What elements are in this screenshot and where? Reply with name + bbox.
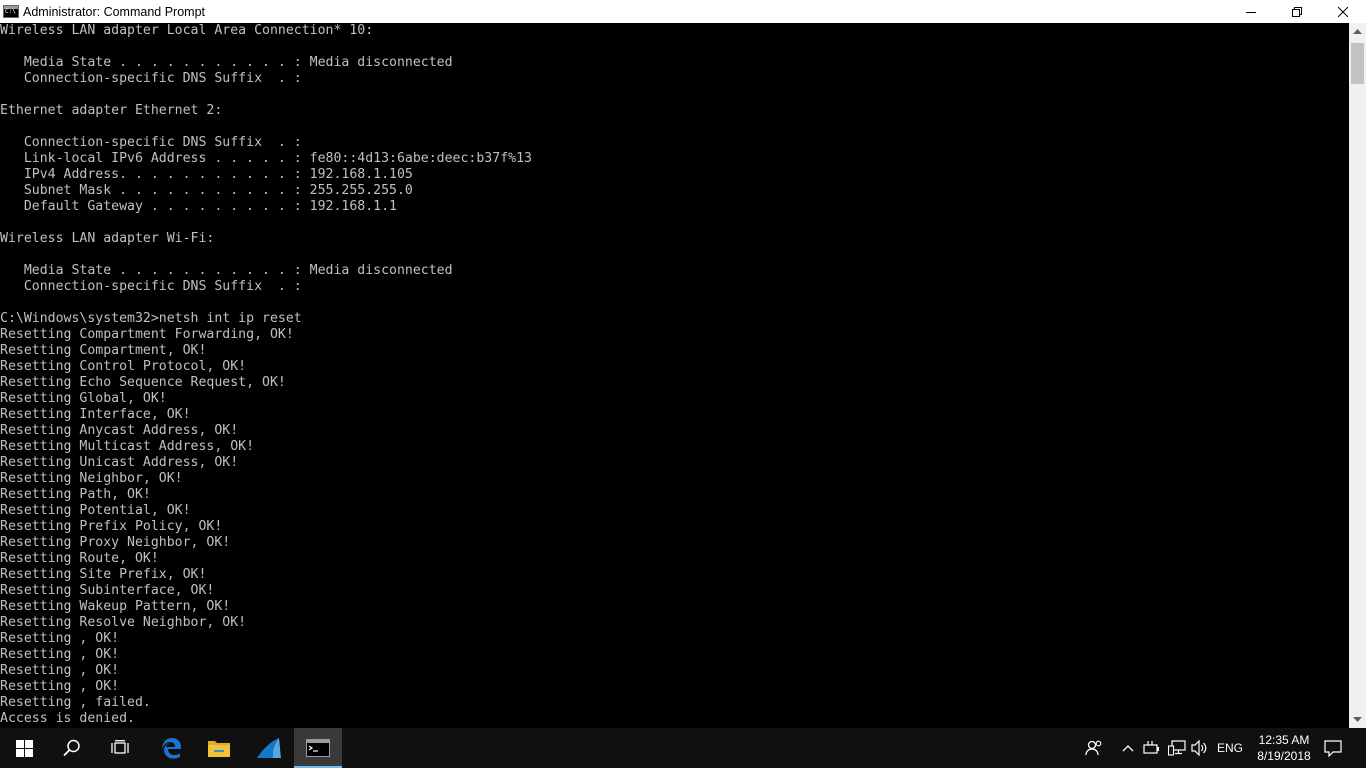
- console-line: Resetting Site Prefix, OK!: [0, 567, 207, 582]
- console-line: Resetting Compartment Forwarding, OK!: [0, 327, 294, 342]
- network-icon: [1168, 740, 1186, 756]
- console-line: Resetting Prefix Policy, OK!: [0, 519, 223, 534]
- console-line: Connection-specific DNS Suffix . :: [0, 135, 302, 150]
- people-button[interactable]: [1080, 728, 1108, 768]
- console-line: Resetting Unicast Address, OK!: [0, 455, 239, 470]
- start-button[interactable]: [0, 728, 48, 768]
- console-lines: Wireless LAN adapter Local Area Connecti…: [0, 23, 1349, 727]
- console-line: Media State . . . . . . . . . . . : Medi…: [0, 263, 453, 278]
- console-line: Resetting Global, OK!: [0, 391, 167, 406]
- console-line: Connection-specific DNS Suffix . :: [0, 71, 302, 86]
- scroll-up-button[interactable]: [1349, 23, 1366, 40]
- clock[interactable]: 12:35 AM 8/19/2018: [1250, 728, 1318, 768]
- console-line: C:\Windows\system32>netsh int ip reset: [0, 311, 302, 326]
- task-view-button[interactable]: [96, 728, 144, 768]
- console-line: Resetting , OK!: [0, 663, 120, 678]
- scroll-down-button[interactable]: [1349, 711, 1366, 728]
- wireshark-icon: [257, 738, 281, 758]
- search-icon: [63, 739, 80, 757]
- close-button[interactable]: [1320, 0, 1366, 23]
- console-line: Resetting Multicast Address, OK!: [0, 439, 255, 454]
- speaker-icon: [1191, 740, 1207, 756]
- restore-icon: [1292, 6, 1302, 17]
- console-line: Connection-specific DNS Suffix . :: [0, 279, 302, 294]
- console-line: Resetting , OK!: [0, 679, 120, 694]
- console-line: Subnet Mask . . . . . . . . . . . : 255.…: [0, 183, 413, 198]
- title-bar[interactable]: Administrator: Command Prompt: [0, 0, 1366, 23]
- console-line: Resetting Route, OK!: [0, 551, 159, 566]
- battery-plug-icon: [1143, 741, 1159, 754]
- taskbar-edge[interactable]: [147, 728, 195, 768]
- taskbar-file-explorer[interactable]: [195, 728, 243, 768]
- taskbar: ENG 12:35 AM 8/19/2018: [0, 728, 1366, 768]
- window-controls: [1228, 0, 1366, 23]
- clock-date: 8/19/2018: [1257, 749, 1311, 763]
- console-line: Resetting , OK!: [0, 631, 120, 646]
- console-line: Link-local IPv6 Address . . . . . : fe80…: [0, 151, 532, 166]
- input-language-indicator[interactable]: ENG: [1212, 728, 1248, 768]
- taskbar-command-prompt[interactable]: [294, 728, 342, 768]
- chevron-up-icon: [1353, 29, 1362, 34]
- console-line: Resetting Echo Sequence Request, OK!: [0, 375, 286, 390]
- minimize-icon: [1246, 11, 1256, 13]
- restore-button[interactable]: [1274, 0, 1320, 23]
- console-line: Wireless LAN adapter Wi-Fi:: [0, 231, 215, 246]
- clock-time: 12:35 AM: [1258, 733, 1310, 747]
- console-line: Resetting , failed.: [0, 695, 151, 710]
- action-center-button[interactable]: [1318, 728, 1348, 768]
- console-line: Wireless LAN adapter Local Area Connecti…: [0, 23, 374, 38]
- console-line: Resetting Subinterface, OK!: [0, 583, 215, 598]
- console-line: Access is denied.: [0, 711, 135, 726]
- network-button[interactable]: [1165, 728, 1189, 768]
- console-line: Resetting Interface, OK!: [0, 407, 191, 422]
- taskbar-wireshark[interactable]: [245, 728, 293, 768]
- command-prompt-icon: [306, 739, 330, 757]
- close-icon: [1338, 6, 1348, 17]
- search-button[interactable]: [48, 728, 96, 768]
- console-output[interactable]: Wireless LAN adapter Local Area Connecti…: [0, 23, 1349, 728]
- console-line: Media State . . . . . . . . . . . : Medi…: [0, 55, 453, 70]
- console-line: Resetting Proxy Neighbor, OK!: [0, 535, 231, 550]
- volume-button[interactable]: [1189, 728, 1211, 768]
- console-line: Resetting Path, OK!: [0, 487, 151, 502]
- window-title: Administrator: Command Prompt: [23, 4, 206, 19]
- windows-start-icon: [15, 739, 33, 757]
- console-line: Resetting Neighbor, OK!: [0, 471, 183, 486]
- chevron-down-icon: [1353, 717, 1362, 722]
- people-icon: [1085, 740, 1102, 756]
- console-line: Default Gateway . . . . . . . . . : 192.…: [0, 199, 397, 214]
- console-line: Resetting Compartment, OK!: [0, 343, 207, 358]
- task-view-icon: [111, 740, 129, 754]
- console-line: Ethernet adapter Ethernet 2:: [0, 103, 223, 118]
- vertical-scrollbar[interactable]: [1349, 23, 1366, 728]
- scroll-thumb[interactable]: [1351, 43, 1364, 84]
- command-prompt-icon: [3, 5, 19, 18]
- console-line: IPv4 Address. . . . . . . . . . . : 192.…: [0, 167, 413, 182]
- edge-icon: [162, 738, 181, 759]
- console-line: Resetting Control Protocol, OK!: [0, 359, 247, 374]
- console-line: Resetting Potential, OK!: [0, 503, 191, 518]
- battery-button[interactable]: [1141, 728, 1163, 768]
- console-line: Resetting Wakeup Pattern, OK!: [0, 599, 231, 614]
- console-line: Resetting Resolve Neighbor, OK!: [0, 615, 247, 630]
- chevron-up-icon: [1122, 744, 1134, 751]
- show-hidden-icons-button[interactable]: [1118, 728, 1138, 768]
- file-explorer-icon: [208, 741, 230, 757]
- console-line: Resetting Anycast Address, OK!: [0, 423, 239, 438]
- notification-icon: [1324, 739, 1342, 757]
- console-line: Resetting , OK!: [0, 647, 120, 662]
- minimize-button[interactable]: [1228, 0, 1274, 23]
